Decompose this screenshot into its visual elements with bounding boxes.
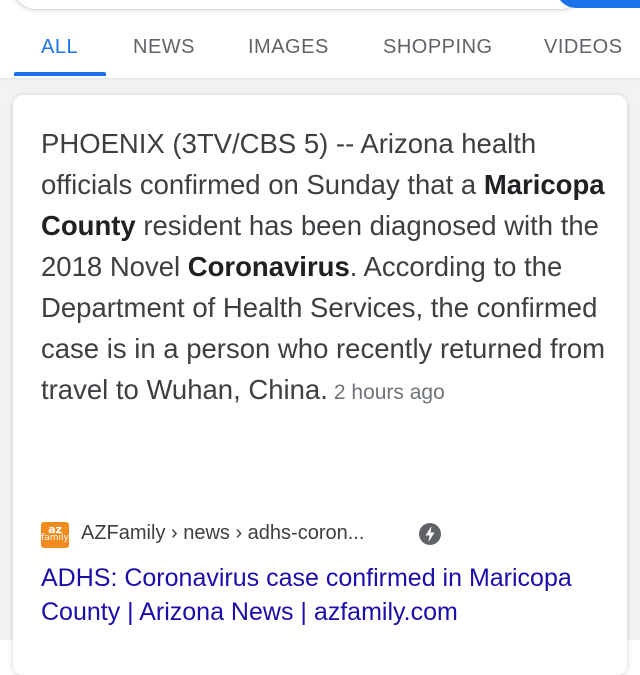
search-button[interactable] — [556, 0, 640, 8]
source-breadcrumb[interactable]: AZFamily › news › adhs-coron... — [81, 522, 364, 545]
azfamily-favicon-icon: az family — [41, 522, 69, 548]
tab-news[interactable]: NEWS — [133, 36, 195, 59]
featured-snippet: PHOENIX (3TV/CBS 5) -- Arizona health of… — [41, 123, 611, 413]
favicon-text-bottom: family — [41, 533, 69, 543]
active-tab-indicator — [14, 72, 106, 76]
lightning-bolt-icon — [419, 523, 441, 545]
snippet-bold-coronavirus: Coronavirus — [187, 251, 350, 282]
result-card: PHOENIX (3TV/CBS 5) -- Arizona health of… — [13, 95, 627, 675]
tab-images[interactable]: IMAGES — [248, 36, 329, 59]
source-row[interactable]: az family AZFamily › news › adhs-coron..… — [41, 520, 601, 550]
tab-all[interactable]: ALL — [41, 36, 78, 59]
snippet-timestamp: 2 hours ago — [333, 381, 445, 404]
result-title-link[interactable]: ADHS: Coronavirus case confirmed in Mari… — [41, 561, 601, 629]
tab-videos[interactable]: VIDEOS — [544, 36, 623, 59]
snippet-text-1: PHOENIX (3TV/CBS 5) -- Arizona health of… — [41, 128, 537, 200]
search-tabs-bar: ALL NEWS IMAGES SHOPPING VIDEOS — [0, 0, 640, 78]
search-box[interactable] — [12, 0, 584, 10]
tab-shopping[interactable]: SHOPPING — [383, 36, 493, 59]
